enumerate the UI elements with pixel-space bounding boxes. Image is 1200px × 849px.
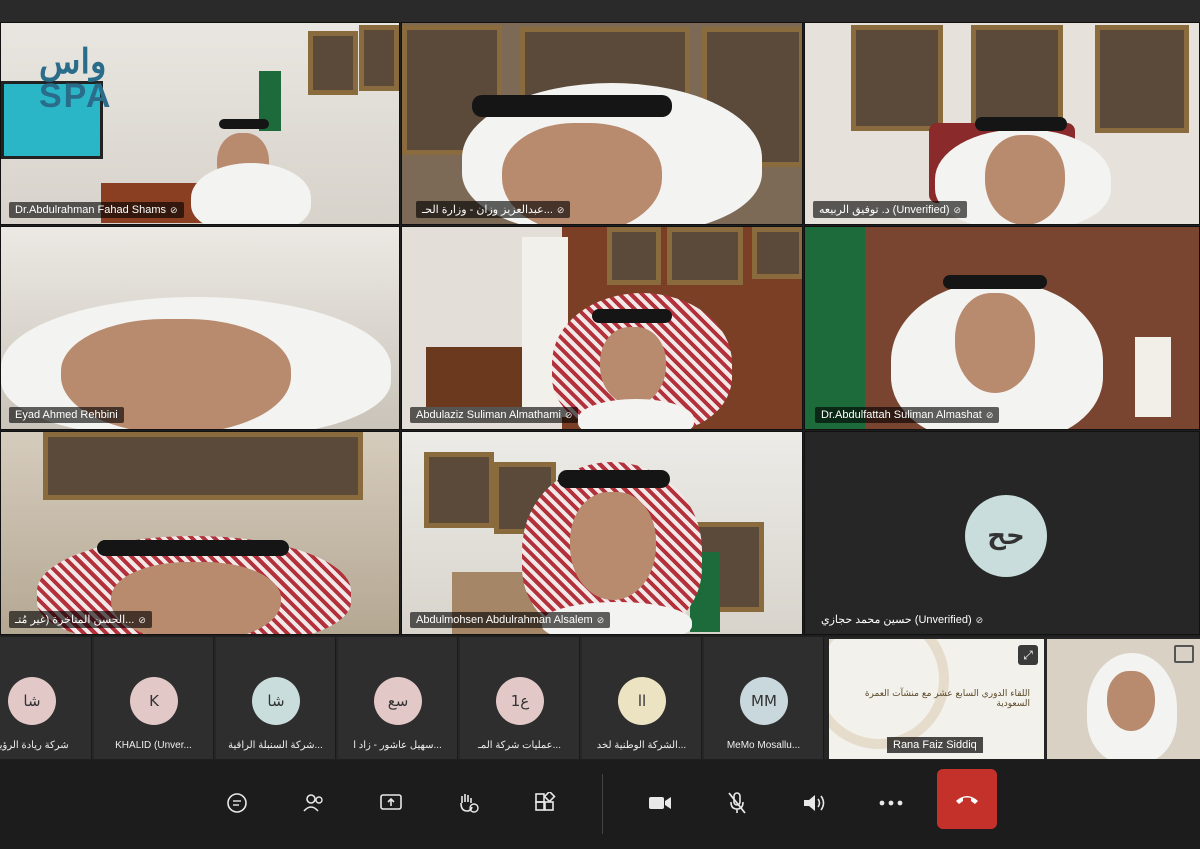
spa-logo: واس SPA [39,45,112,113]
video-tile[interactable]: حح حسين محمد حجازي (Unverified) ⊘ [804,431,1200,635]
participant-tile[interactable]: شا شركة ريادة الرؤية [0,637,92,759]
participant-name: Dr.Abdulrahman Fahad Shams ⊘ [9,202,184,218]
participant-name-text: Eyad Ahmed Rehbini [15,409,118,421]
camera-icon[interactable] [642,785,678,821]
participant-avatar: MM [740,677,788,725]
mic-off-icon: ⊘ [596,615,605,625]
hang-up-icon [956,796,978,804]
participant-name-text: Abdulaziz Suliman Almathami [416,409,561,421]
meeting-toolbar [0,760,1200,849]
logo-line2: SPA [39,77,113,115]
participant-name-text: الحسن المتاخرة (غير مُتـ... [15,614,135,626]
participant-tile[interactable]: ع1 عمليات شركة المـ... [460,637,580,759]
mic-off-icon: ⊘ [975,615,984,625]
participant-label: الشركة الوطنية لخد... [596,740,687,751]
participant-tile[interactable]: اا الشركة الوطنية لخد... [582,637,702,759]
participant-label: شركة السنبلة الراقية... [228,740,323,751]
participant-name-text: عبدالعزيز وزان - وزارة الحـ... [422,204,553,216]
participant-tile[interactable]: سع سهيل عاشور - زاد ا... [338,637,458,759]
participant-avatar: سع [374,677,422,725]
participant-label: سهيل عاشور - زاد ا... [353,740,442,751]
more-icon[interactable] [873,785,909,821]
video-tile[interactable]: د. توفيق الربيعه (Unverified) ⊘ [804,22,1200,225]
participant-label: MeMo Mosallu... [726,740,801,751]
mic-off-icon: ⊘ [564,410,573,420]
participant-name: Abdulmohsen Abdulrahman Alsalem ⊘ [410,612,611,628]
participant-name-text: Dr.Abdulfattah Suliman Almashat [821,409,982,421]
video-tile[interactable]: الحسن المتاخرة (غير مُتـ... ⊘ [0,431,400,635]
participant-tile[interactable]: K KHALID (Unver... [94,637,214,759]
raise-hand-icon[interactable] [450,785,486,821]
share-screen-icon[interactable] [373,785,409,821]
video-tile[interactable]: Eyad Ahmed Rehbini [0,226,400,430]
shared-screen-tile[interactable]: اللقاء الدوري السابع عشر مع منشآت العمرة… [829,639,1044,759]
participant-name-text: حسين محمد حجازي (Unverified) [821,614,972,626]
toolbar-divider [602,774,603,834]
self-view-tile[interactable] [1047,639,1200,759]
video-tile[interactable]: Abdulaziz Suliman Almathami ⊘ [401,226,803,430]
people-icon[interactable] [296,785,332,821]
participant-name: عبدالعزيز وزان - وزارة الحـ... ⊘ [416,201,571,218]
participant-avatar: ع1 [496,677,544,725]
expand-icon[interactable]: ⤢ [1018,645,1038,665]
camera-switch-icon[interactable] [1174,645,1194,663]
logo-line1: واس [39,43,107,81]
mic-off-icon: ⊘ [985,410,994,420]
participant-avatar: K [130,677,178,725]
video-tile[interactable]: عبدالعزيز وزان - وزارة الحـ... ⊘ [401,22,803,225]
participant-name: Eyad Ahmed Rehbini [9,407,124,423]
mic-off-icon: ⊘ [953,205,962,215]
mic-off-icon[interactable] [719,785,755,821]
chat-icon[interactable] [219,785,255,821]
apps-icon[interactable] [527,785,563,821]
participant-tile[interactable]: MM MeMo Mosallu... [704,637,824,759]
participant-name-text: Dr.Abdulrahman Fahad Shams [15,204,167,216]
video-grid: واس SPA Dr.Abdulrahman Fahad Shams ⊘ عبدا… [0,22,1200,636]
participant-label: عمليات شركة المـ... [478,740,561,751]
participant-name: د. توفيق الربيعه (Unverified) ⊘ [813,201,968,218]
participant-name-text: Abdulmohsen Abdulrahman Alsalem [416,614,593,626]
participant-name: Dr.Abdulfattah Suliman Almashat ⊘ [815,407,1000,423]
participant-name: Abdulaziz Suliman Almathami ⊘ [410,407,579,423]
participant-tile[interactable]: شا شركة السنبلة الراقية... [216,637,336,759]
mic-off-icon: ⊘ [170,205,178,215]
participant-avatar: حح [965,495,1047,577]
window-top-bar [0,0,1200,22]
speaker-icon[interactable] [796,785,832,821]
participant-avatar: شا [8,677,56,725]
video-tile[interactable]: واس SPA Dr.Abdulrahman Fahad Shams ⊘ [0,22,400,225]
participant-name-text: د. توفيق الربيعه (Unverified) [819,204,950,216]
shared-screen-title: اللقاء الدوري السابع عشر مع منشآت العمرة… [864,689,1030,709]
participant-avatar: اا [618,677,666,725]
participant-name: الحسن المتاخرة (غير مُتـ... ⊘ [9,611,152,628]
video-tile[interactable]: Dr.Abdulfattah Suliman Almashat ⊘ [804,226,1200,430]
mic-off-icon: ⊘ [138,615,146,625]
participant-avatar: شا [252,677,300,725]
participant-label: KHALID (Unver... [115,740,192,751]
video-tile[interactable]: Abdulmohsen Abdulrahman Alsalem ⊘ [401,431,803,635]
presenter-name: Rana Faiz Siddiq [887,737,983,753]
participant-label: شركة ريادة الرؤية [0,740,69,751]
participant-name: حسين محمد حجازي (Unverified) ⊘ [815,611,989,628]
mic-off-icon: ⊘ [556,205,565,215]
leave-call-button[interactable] [937,769,997,829]
